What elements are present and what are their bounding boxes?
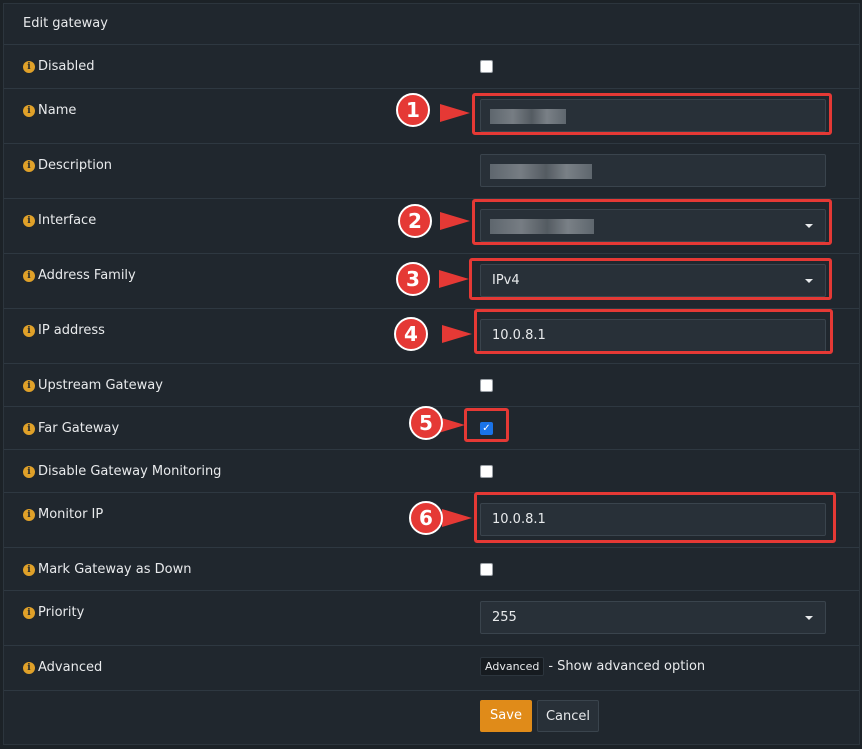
info-icon[interactable]: i [23,465,35,478]
highlight-box [474,309,833,354]
label-description: Description [38,158,113,173]
disabled-checkbox[interactable] [480,60,493,73]
highlight-box [472,199,832,245]
label-far-gateway: Far Gateway [38,421,120,436]
highlight-box [464,408,509,442]
info-icon[interactable]: i [23,104,35,117]
callout-badge: 4 [394,317,428,351]
label-disable-monitoring: Disable Gateway Monitoring [38,464,222,479]
mark-down-checkbox[interactable] [480,563,493,576]
row-disabled: i Disabled [4,45,859,89]
info-icon[interactable]: i [23,324,35,337]
info-icon[interactable]: i [23,661,35,674]
callout-arrow [439,270,469,288]
info-icon[interactable]: i [23,422,35,435]
callout-badge: 6 [409,501,443,535]
info-icon[interactable]: i [23,269,35,282]
label-monitor-ip: Monitor IP [38,507,104,522]
disable-monitoring-checkbox[interactable] [480,465,493,478]
label-interface: Interface [38,213,97,228]
row-description: i Description [4,144,859,199]
info-icon[interactable]: i [23,606,35,619]
info-icon[interactable]: i [23,379,35,392]
callout-arrow [440,212,470,230]
label-address-family: Address Family [38,268,136,283]
description-input[interactable] [480,154,826,187]
cancel-button[interactable]: Cancel [537,700,599,732]
callout-badge: 3 [396,262,430,296]
info-icon[interactable]: i [23,60,35,73]
highlight-box [472,93,832,135]
label-mark-down: Mark Gateway as Down [38,562,192,577]
callout-badge: 1 [396,93,430,127]
info-icon[interactable]: i [23,508,35,521]
row-priority: i Priority 255 [4,591,859,646]
upstream-gateway-checkbox[interactable] [480,379,493,392]
priority-select[interactable]: 255 [480,601,826,634]
label-advanced: Advanced [38,660,103,675]
callout-arrow [442,325,472,343]
highlight-box [469,258,832,300]
label-disabled: Disabled [38,59,95,74]
row-mark-down: i Mark Gateway as Down [4,548,859,591]
callout-arrow [442,509,472,527]
callout-badge: 2 [398,204,432,238]
label-priority: Priority [38,605,85,620]
label-ip-address: IP address [38,323,105,338]
row-advanced: i Advanced Advanced - Show advanced opti… [4,646,859,691]
info-icon[interactable]: i [23,159,35,172]
callout-badge: 5 [409,406,443,440]
highlight-box [474,492,836,543]
row-disable-monitoring: i Disable Gateway Monitoring [4,450,859,493]
advanced-hint: - Show advanced option [548,659,706,674]
redacted-value [490,164,592,179]
label-upstream-gateway: Upstream Gateway [38,378,163,393]
panel-title: Edit gateway [4,4,859,45]
info-icon[interactable]: i [23,563,35,576]
callout-arrow [440,104,470,122]
label-name: Name [38,103,77,118]
info-icon[interactable]: i [23,214,35,227]
save-button[interactable]: Save [480,700,532,732]
row-upstream-gateway: i Upstream Gateway [4,364,859,407]
advanced-button[interactable]: Advanced [480,657,545,676]
chevron-down-icon [805,616,813,620]
